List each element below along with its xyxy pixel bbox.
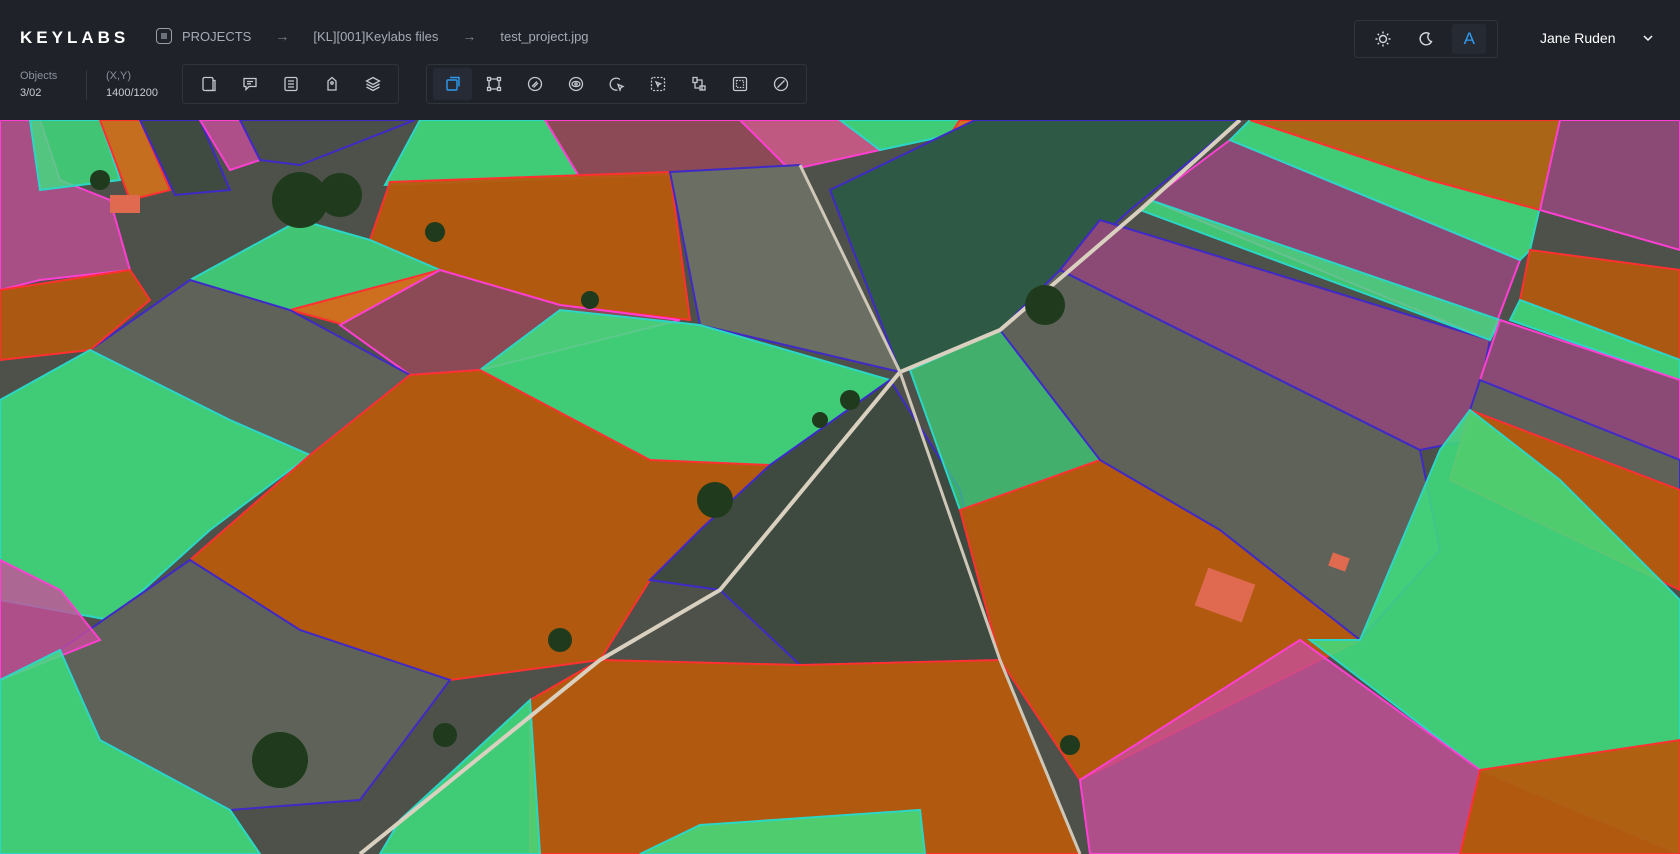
breadcrumb: PROJECTS → [KL][001]Keylabs files → test… xyxy=(156,28,589,44)
user-name: Jane Ruden xyxy=(1540,30,1616,46)
top-bar: KEYLABS PROJECTS → [KL][001]Keylabs file… xyxy=(0,0,1680,120)
moon-icon[interactable] xyxy=(1409,24,1443,54)
chevron-down-icon xyxy=(1642,35,1653,42)
breadcrumb-arrow-icon: → xyxy=(462,28,477,44)
eye-icon[interactable] xyxy=(556,68,595,100)
auto-icon[interactable]: A xyxy=(1452,24,1487,54)
objects-value: 3/02 xyxy=(20,87,42,99)
cursor-select-icon[interactable] xyxy=(597,68,636,100)
theme-switcher: A xyxy=(1354,20,1498,58)
segmented-aerial-image xyxy=(0,120,1680,854)
tool-group-annotations xyxy=(182,64,399,104)
comment-icon[interactable] xyxy=(230,68,269,100)
breadcrumb-arrow-icon: → xyxy=(275,28,290,44)
layers-icon[interactable] xyxy=(353,68,392,100)
brush-icon[interactable] xyxy=(515,68,554,100)
tag-icon[interactable] xyxy=(312,68,351,100)
breadcrumb-projects[interactable]: PROJECTS xyxy=(182,29,251,44)
coords-label: (X,Y) xyxy=(106,70,132,82)
auto-label: A xyxy=(1463,29,1475,48)
grid-select-icon[interactable] xyxy=(720,68,759,100)
magic-select-icon[interactable] xyxy=(638,68,677,100)
coords-stat: (X,Y) 1400/1200 xyxy=(106,68,158,102)
sun-icon[interactable] xyxy=(1366,24,1400,54)
objects-label: Objects xyxy=(20,70,58,82)
eraser-icon[interactable] xyxy=(761,68,800,100)
crop-icon[interactable] xyxy=(679,68,718,100)
projects-icon[interactable] xyxy=(156,28,172,44)
objects-stat: Objects 3/02 xyxy=(20,68,57,102)
user-menu[interactable]: Jane Ruden xyxy=(1540,30,1654,46)
list-icon[interactable] xyxy=(271,68,310,100)
annotation-canvas[interactable] xyxy=(0,120,1680,854)
app-logo[interactable]: KEYLABS xyxy=(20,28,129,48)
file-icon[interactable] xyxy=(189,68,228,100)
coords-value: 1400/1200 xyxy=(106,87,158,99)
breadcrumb-current-file: test_project.jpg xyxy=(500,28,589,44)
box-select-icon[interactable] xyxy=(433,68,472,100)
breadcrumb-project-files[interactable]: [KL][001]Keylabs files xyxy=(313,29,438,44)
stats-divider xyxy=(86,70,87,100)
polygon-icon[interactable] xyxy=(474,68,513,100)
tool-group-drawing xyxy=(426,64,807,104)
